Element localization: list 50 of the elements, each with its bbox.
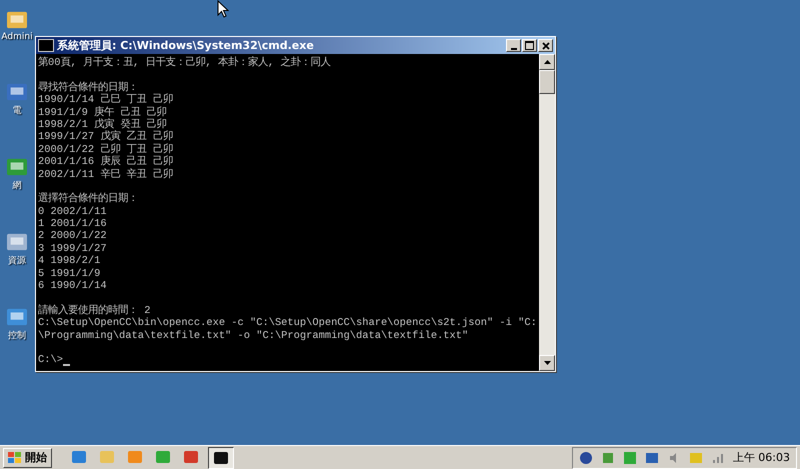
console-line: C:\Setup\OpenCC\bin\opencc.exe -c "C:\Setup\OpenCC\share\opencc\s2t.json" -i "C: xyxy=(38,317,537,330)
console-line: \Programming\data\textfile.txt" -o "C:\Programming\data\textfile.txt" xyxy=(38,330,468,342)
console-icon xyxy=(38,39,54,52)
console-line: 5 1991/1/9 xyxy=(38,268,100,280)
console-line: 1991/1/9 庚午 己丑 己卯 xyxy=(38,106,167,119)
console-line: 1999/1/27 戊寅 乙丑 己卯 xyxy=(38,131,173,144)
close-icon xyxy=(542,42,550,50)
desktop-icon-label: 控制 xyxy=(8,330,26,342)
console-line: 2000/1/22 己卯 丁丑 己卯 xyxy=(38,144,173,156)
clock[interactable]: 上午 06:03 xyxy=(732,450,790,465)
console-line: 1 2001/1/16 xyxy=(38,218,107,230)
console-line: 6 1990/1/14 xyxy=(38,280,107,292)
app-icon xyxy=(155,450,171,464)
desktop-icon-label: Admini xyxy=(1,32,33,42)
console-line: 尋找符合條件的日期： xyxy=(38,82,138,94)
console-line: 3 1999/1/27 xyxy=(38,242,107,256)
minimize-icon xyxy=(510,48,516,50)
app-icon xyxy=(71,450,87,464)
close-button[interactable] xyxy=(538,39,553,52)
start-button[interactable]: 開始 xyxy=(3,448,52,468)
windows-logo-icon xyxy=(8,452,22,464)
taskbar-button[interactable] xyxy=(208,446,234,468)
window-title: 系統管理員: C:\Windows\System32\cmd.exe xyxy=(57,38,315,53)
minimize-button[interactable] xyxy=(506,39,521,52)
scroll-up-icon[interactable] xyxy=(544,60,550,64)
console-line: 選擇符合條件的日期： xyxy=(38,193,138,206)
desktop-icon-label: 資源 xyxy=(8,254,26,267)
desktop-icon-label: 電 xyxy=(12,104,22,117)
console-line: 請輸入要使用的時間： 2 xyxy=(38,304,150,318)
console-line: 1990/1/14 己巳 丁丑 己卯 xyxy=(38,94,173,106)
console-line: 2001/1/16 庚辰 己丑 己卯 xyxy=(38,156,173,168)
vertical-scrollbar[interactable] xyxy=(539,54,555,371)
console-line: 4 1998/2/1 xyxy=(38,255,100,268)
scroll-down-icon[interactable] xyxy=(544,361,550,365)
mouse-cursor-icon xyxy=(217,0,229,18)
app-icon xyxy=(213,450,229,464)
console-line: C:\> xyxy=(38,354,63,367)
app-icon xyxy=(127,450,143,464)
console-line: 第00頁, 月干支：丑, 日干支：己卯, 本卦：家人, 之卦：同人 xyxy=(38,56,330,70)
desktop-icon-label: 網 xyxy=(12,180,22,192)
scroll-thumb[interactable] xyxy=(539,70,555,94)
console-line: 2 2000/1/22 xyxy=(38,230,107,243)
console-line: 0 2002/1/11 xyxy=(38,206,107,218)
maximize-icon xyxy=(525,41,534,50)
console-line: 1998/2/1 戊寅 癸丑 己卯 xyxy=(38,118,167,131)
app-icon xyxy=(183,450,199,464)
app-icon xyxy=(99,450,115,464)
console-line: 2002/1/11 辛巳 辛丑 己卯 xyxy=(38,168,173,181)
text-cursor xyxy=(62,364,70,366)
maximize-button[interactable] xyxy=(522,39,537,52)
